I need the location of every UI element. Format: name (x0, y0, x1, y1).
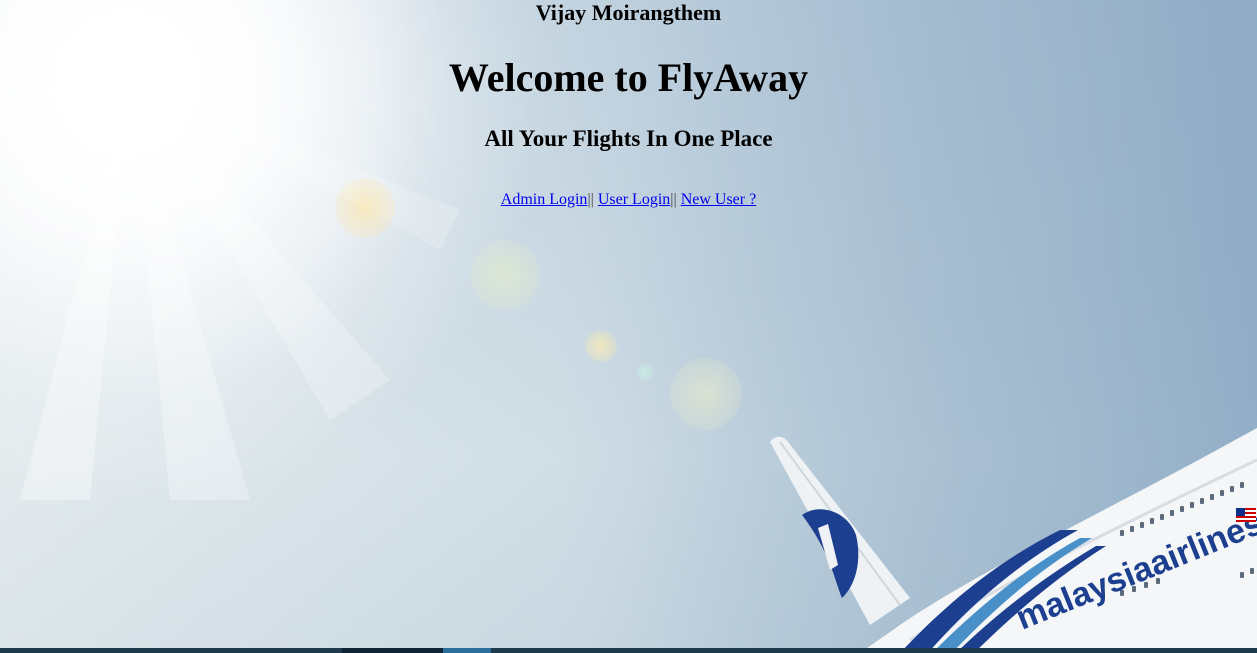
lens-flare (470, 240, 540, 310)
author-name: Vijay Moirangthem (535, 0, 722, 25)
lens-flare (636, 363, 654, 381)
page-subtitle: All Your Flights In One Place (484, 126, 773, 151)
login-nav: Admin Login|| User Login|| New User ? (0, 191, 1257, 209)
nav-separator: || (670, 191, 677, 208)
admin-login-link[interactable]: Admin Login (501, 191, 588, 208)
airplane-image: malaysiaairlines (770, 428, 1257, 653)
lens-flare (585, 330, 617, 362)
new-user-link[interactable]: New User ? (681, 191, 757, 208)
bottom-strip-dark (342, 648, 443, 653)
bottom-strip-accent (443, 648, 491, 653)
user-login-link[interactable]: User Login (598, 191, 670, 208)
bottom-strip (0, 648, 1257, 653)
page-title: Welcome to FlyAway (448, 55, 809, 100)
lens-flare (670, 358, 742, 430)
nav-separator: || (587, 191, 594, 208)
